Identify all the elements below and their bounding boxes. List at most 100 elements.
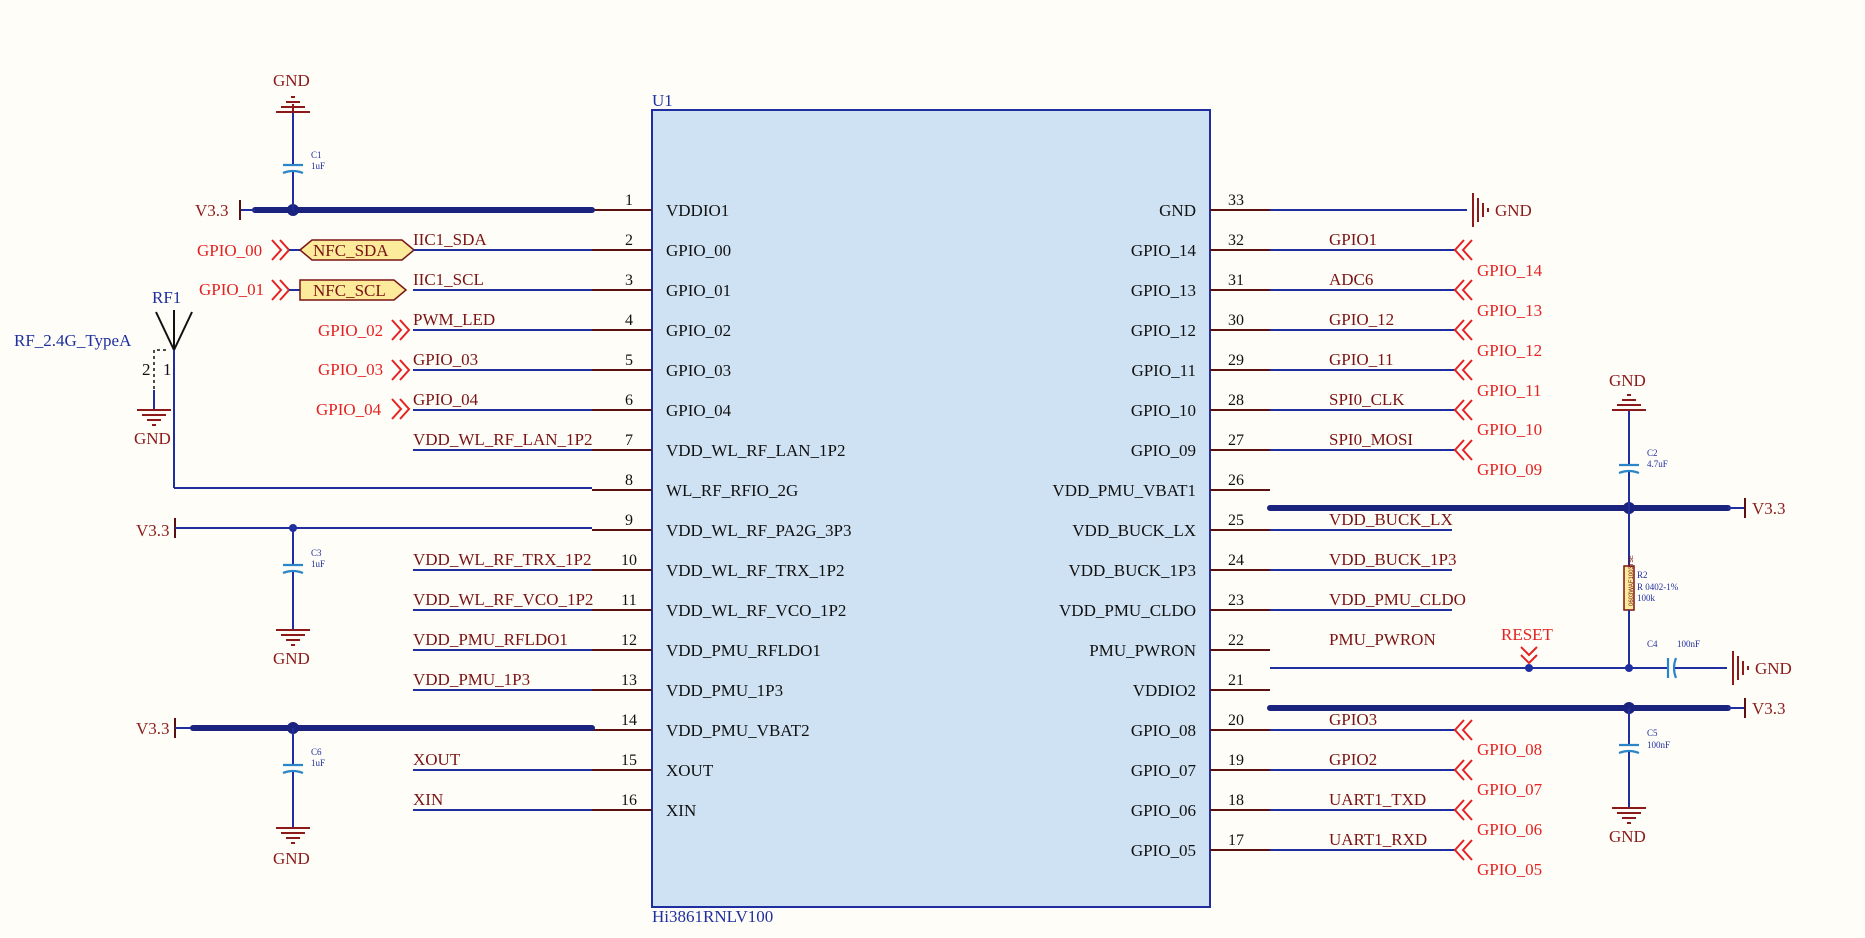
v33-label: V3.3	[136, 521, 170, 540]
capacitor-c2	[1617, 463, 1641, 475]
pin-name-vdd-buck-lx: VDD_BUCK_LX	[1072, 521, 1196, 540]
c2-value: 4.7uF	[1647, 459, 1668, 469]
pin-name-vdd-buck-1p3: VDD_BUCK_1P3	[1068, 561, 1196, 580]
net-label-vdd-wl-rf-trx-1p2: VDD_WL_RF_TRX_1P2	[413, 550, 592, 569]
port-gpio-04: GPIO_04	[316, 400, 382, 419]
nfc-sda-label: NFC_SDA	[313, 241, 389, 260]
pin-number: 20	[1228, 712, 1244, 729]
antenna-part: RF_2.4G_TypeA	[14, 331, 132, 350]
port-gpio-02: GPIO_02	[318, 321, 383, 340]
pin-number: 29	[1228, 352, 1244, 369]
r2-value: 100k	[1637, 593, 1656, 603]
pin-name-vdd-pmu-rfldo1: VDD_PMU_RFLDO1	[666, 641, 821, 660]
pin-name-gpio-04: GPIO_04	[666, 401, 732, 420]
chip-part-number: Hi3861RNLV100	[652, 907, 773, 926]
port-arrow	[1453, 239, 1473, 261]
pin-name-gpio-10: GPIO_10	[1131, 401, 1196, 420]
port-arrow	[1453, 399, 1473, 421]
net-label-vdd-pmu-1p3: VDD_PMU_1P3	[413, 670, 530, 689]
pin-name-vdd-wl-rf-trx-1p2: VDD_WL_RF_TRX_1P2	[666, 561, 845, 580]
pin-number: 23	[1228, 592, 1244, 609]
net-label-xout: XOUT	[413, 750, 461, 769]
pin-number: 11	[621, 592, 636, 609]
pin-name-gpio-05: GPIO_05	[1131, 841, 1196, 860]
port-arrow	[391, 359, 411, 381]
net-label-vdd-pmu-rfldo1: VDD_PMU_RFLDO1	[413, 630, 568, 649]
vddio1-network: V3.3 GND C1 1uF	[195, 71, 595, 220]
antenna-pin-1: 1	[163, 360, 172, 379]
c1-ref: C1	[311, 150, 322, 160]
pin-name-gnd: GND	[1159, 201, 1196, 220]
net-label-gpio-11: GPIO_11	[1329, 350, 1394, 369]
c2-ref: C2	[1647, 448, 1658, 458]
pin-number: 9	[625, 512, 633, 529]
pin-number: 28	[1228, 392, 1244, 409]
port-arrow	[1453, 279, 1473, 301]
pin-number: 25	[1228, 512, 1244, 529]
gnd-symbol	[136, 409, 172, 426]
net-label-uart1-rxd: UART1_RXD	[1329, 830, 1427, 849]
chip-designator: U1	[652, 91, 673, 110]
pin-number: 3	[625, 272, 633, 289]
pin-name-gpio-00: GPIO_00	[666, 241, 731, 260]
net-label-vdd-buck-1p3: VDD_BUCK_1P3	[1329, 550, 1457, 569]
gnd-label: GND	[273, 849, 310, 868]
pin-number: 8	[625, 472, 633, 489]
pin-number: 21	[1228, 672, 1244, 689]
port-arrow	[271, 279, 291, 301]
chip-gnd-network: GND	[1270, 192, 1532, 228]
port-arrow	[1453, 319, 1473, 341]
pin-number: 26	[1228, 472, 1244, 489]
antenna-designator: RF1	[152, 288, 181, 307]
port-gpio-12: GPIO_12	[1477, 341, 1542, 360]
net-label-gpio2: GPIO2	[1329, 750, 1377, 769]
nfc-scl-label: NFC_SCL	[313, 281, 386, 300]
gnd-symbol	[1611, 807, 1647, 824]
port-gpio-08: GPIO_08	[1477, 740, 1542, 759]
pin-number: 17	[1228, 832, 1244, 849]
pin-name-vdd-wl-rf-pa2g-3p3: VDD_WL_RF_PA2G_3P3	[666, 521, 851, 540]
pin-name-gpio-01: GPIO_01	[666, 281, 731, 300]
net-label-gpio-04: GPIO_04	[413, 390, 479, 409]
net-label-vdd-buck-lx: VDD_BUCK_LX	[1329, 510, 1453, 529]
pin-number: 15	[621, 752, 637, 769]
pin-number: 16	[621, 792, 637, 809]
port-gpio-09: GPIO_09	[1477, 460, 1542, 479]
vbat2-network: V3.3 GND C6 1uF	[136, 718, 595, 868]
r2-package: R 0402-1%	[1637, 582, 1679, 592]
capacitor-c1	[281, 163, 305, 175]
c5-value: 100nF	[1647, 740, 1670, 750]
capacitor-c4	[1666, 656, 1678, 680]
pin-name-gpio-13: GPIO_13	[1131, 281, 1196, 300]
net-label-pmu-pwron: PMU_PWRON	[1329, 630, 1436, 649]
gnd-label: GND	[273, 649, 310, 668]
gnd-symbol	[275, 629, 311, 646]
gnd-label: GND	[1609, 371, 1646, 390]
v33-label: V3.3	[195, 201, 229, 220]
c3-value: 1uF	[311, 559, 325, 569]
port-arrow	[391, 398, 411, 420]
pin-number: 7	[625, 432, 633, 449]
antenna-pin-2: 2	[142, 360, 151, 379]
pin-number: 5	[625, 352, 633, 369]
port-arrow	[1453, 359, 1473, 381]
pin-name-vdd-wl-rf-vco-1p2: VDD_WL_RF_VCO_1P2	[666, 601, 846, 620]
pin-number: 24	[1228, 552, 1244, 569]
c3-ref: C3	[311, 548, 322, 558]
pin-name-gpio-06: GPIO_06	[1131, 801, 1196, 820]
pin-name-pmu-pwron: PMU_PWRON	[1089, 641, 1196, 660]
port-arrow	[1453, 759, 1473, 781]
pin-name-gpio-14: GPIO_14	[1131, 241, 1197, 260]
pin-name-vddio1: VDDIO1	[666, 201, 729, 220]
net-label-gpio3: GPIO3	[1329, 710, 1377, 729]
gnd-label: GND	[1495, 201, 1532, 220]
c6-ref: C6	[311, 747, 322, 757]
c1-value: 1uF	[311, 161, 325, 171]
pin-name-gpio-09: GPIO_09	[1131, 441, 1196, 460]
net-label-uart1-txd: UART1_TXD	[1329, 790, 1426, 809]
net-label-gpio-12: GPIO_12	[1329, 310, 1394, 329]
pin-number: 13	[621, 672, 637, 689]
port-gpio-14: GPIO_14	[1477, 261, 1543, 280]
net-label-spi0-clk: SPI0_CLK	[1329, 390, 1405, 409]
pin-name-vdd-wl-rf-lan-1p2: VDD_WL_RF_LAN_1P2	[666, 441, 845, 460]
